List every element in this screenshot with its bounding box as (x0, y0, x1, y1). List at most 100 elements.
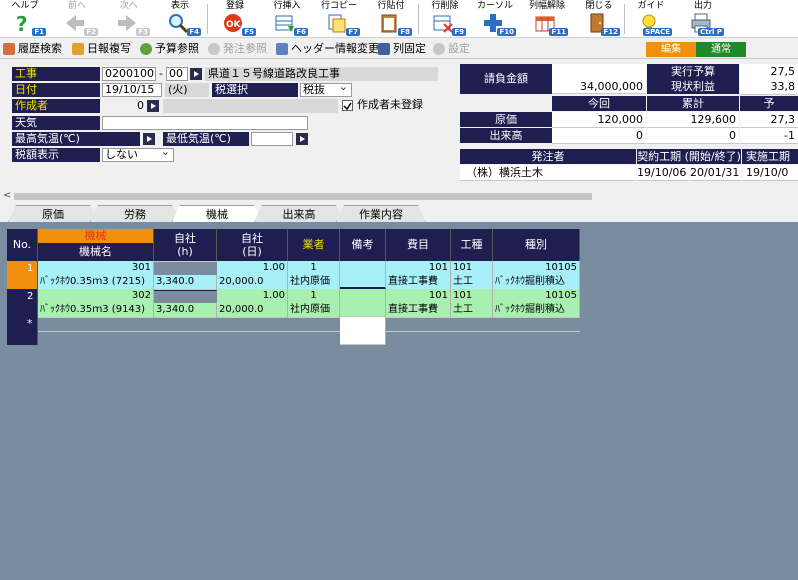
grid-header-note[interactable]: 備考 (340, 229, 386, 261)
new-row-cell[interactable] (38, 317, 154, 318)
next-button[interactable]: 次へ F3 (104, 0, 154, 38)
guide-button[interactable]: ガイド SPACE (626, 0, 676, 38)
row2-koshu-code[interactable]: 101 (451, 289, 493, 304)
horizontal-scrollbar[interactable]: < (0, 190, 798, 202)
row-insert-button[interactable]: 行挿入 F6 (262, 0, 312, 38)
tab-genka[interactable]: 原価 (8, 205, 98, 222)
tab-roumu[interactable]: 労務 (90, 205, 180, 222)
grid-header-himoku[interactable]: 費目 (386, 229, 451, 261)
new-row-cell[interactable] (288, 317, 340, 318)
col-width-reset-button[interactable]: 列幅解除 F11 (522, 0, 572, 38)
grid-header-jisha-d[interactable]: 自社 (日) (217, 229, 288, 261)
row2-note[interactable] (340, 289, 386, 317)
new-row-cell[interactable] (217, 331, 288, 332)
grid-header-vendor[interactable]: 業者 (288, 229, 340, 261)
row-copy-button[interactable]: 行コピー F7 (314, 0, 364, 38)
row2-himoku-name[interactable]: 直接工事費 (386, 303, 451, 318)
output-button[interactable]: 出力 Ctrl P (678, 0, 728, 38)
grid-header-koshu[interactable]: 工種 (451, 229, 493, 261)
row-copy-label: 行コピー (320, 1, 357, 11)
grid-header-jisha-h[interactable]: 自社 (h) (154, 229, 217, 261)
row1-h-blank[interactable] (154, 261, 217, 262)
tax-display-dropdown[interactable]: しない (102, 146, 174, 162)
cursor-button[interactable]: カーソル F10 (470, 0, 520, 38)
daily-copy-button[interactable]: 日報複写 (72, 41, 131, 57)
koji-code-input[interactable]: 02001001 (102, 67, 156, 81)
new-row-cell[interactable] (386, 331, 451, 332)
order-ref-label: 発注参照 (223, 42, 267, 55)
author-name (163, 99, 338, 113)
row2-code[interactable]: 302 (38, 289, 154, 304)
row1-shubetsu-code[interactable]: 10105 (493, 261, 580, 276)
row1-vendor-code[interactable]: 1 (288, 261, 340, 276)
new-row-cell[interactable] (288, 331, 340, 332)
grid-header-kikai-name[interactable]: 機械名 (38, 243, 154, 261)
row2-koshu-name[interactable]: 土工 (451, 303, 493, 318)
max-temp-lookup-button[interactable] (143, 133, 155, 145)
new-row-cell[interactable] (38, 331, 154, 332)
new-row-cell[interactable] (154, 331, 217, 332)
min-temp-lookup-button[interactable] (296, 133, 308, 145)
koji-lookup-button[interactable] (190, 68, 202, 80)
exec-budget-label: 実行予算 (647, 64, 739, 79)
row1-d-qty[interactable]: 1.00 (217, 261, 288, 276)
row-delete-button[interactable]: 行削除 F9 (420, 0, 470, 38)
row-number[interactable]: 1 (7, 261, 38, 289)
row2-vendor-name[interactable]: 社内原価 (288, 303, 340, 318)
row1-code[interactable]: 301 (38, 261, 154, 276)
new-row-cell[interactable] (451, 331, 493, 332)
min-temp-input[interactable] (251, 132, 293, 146)
koji-branch-input[interactable]: 00 (166, 67, 188, 81)
row2-vendor-code[interactable]: 1 (288, 289, 340, 304)
grid-header-shubetsu[interactable]: 種別 (493, 229, 580, 261)
new-row-marker[interactable]: * (7, 317, 38, 345)
scroll-left-icon[interactable]: < (3, 190, 11, 201)
new-row-cell[interactable] (154, 317, 217, 318)
row2-d-qty[interactable]: 1.00 (217, 289, 288, 304)
tab-dekidaka[interactable]: 出来高 (254, 205, 344, 222)
scrollbar-thumb[interactable] (14, 193, 592, 200)
prev-button[interactable]: 前へ F2 (52, 0, 102, 38)
row2-d-amt[interactable]: 20,000.0 (217, 303, 288, 318)
col-fix-button[interactable]: 列固定 (378, 41, 426, 57)
history-search-button[interactable]: 履歴検索 (3, 41, 62, 57)
settings-button[interactable]: 設定 (433, 41, 470, 57)
register-button[interactable]: 登録 OK F5 (210, 0, 260, 38)
row1-note[interactable] (340, 261, 386, 289)
gear-icon (433, 43, 445, 55)
row1-himoku-code[interactable]: 101 (386, 261, 451, 276)
header-change-button[interactable]: ヘッダー情報変更 (276, 41, 379, 57)
row2-h[interactable]: 3,340.0 (154, 303, 217, 318)
tab-sagyou[interactable]: 作業内容 (336, 205, 426, 222)
new-row-cell[interactable] (493, 331, 580, 332)
row1-koshu-code[interactable]: 101 (451, 261, 493, 276)
order-ref-button[interactable]: 発注参照 (208, 41, 267, 57)
row2-h-blank[interactable] (154, 289, 217, 290)
period-end: 20/01/31 (690, 165, 741, 181)
tab-kikai[interactable]: 機械 (172, 205, 262, 222)
row2-name[interactable]: ﾊﾞｯｸﾎｳ0.35ｍ3 (9143) (38, 303, 154, 318)
mode-edit-toggle[interactable]: 編集 (646, 42, 696, 57)
grid-header-kikai[interactable]: 機械 (38, 229, 154, 243)
row2-himoku-code[interactable]: 101 (386, 289, 451, 304)
close-button[interactable]: 閉じる F12 (574, 0, 624, 38)
row2-shubetsu-name[interactable]: ﾊﾞｯｸﾎｳ掘削積込 (493, 303, 580, 318)
weather-input[interactable] (102, 116, 308, 130)
row2-shubetsu-code[interactable]: 10105 (493, 289, 580, 304)
author-unreg-checkbox[interactable] (342, 100, 353, 111)
new-row-cell[interactable] (493, 317, 580, 318)
new-row-cell[interactable] (217, 317, 288, 318)
row-number[interactable]: 2 (7, 289, 38, 317)
tax-select-dropdown[interactable]: 税抜 (300, 81, 352, 97)
new-row-cell[interactable] (340, 317, 386, 345)
row-paste-button[interactable]: 行貼付 F8 (366, 0, 416, 38)
new-row-cell[interactable] (386, 317, 451, 318)
budget-ref-button[interactable]: 予算参照 (140, 41, 199, 57)
progress-cumulative: 0 (647, 128, 739, 144)
author-lookup-button[interactable] (147, 100, 159, 112)
mode-normal-toggle[interactable]: 通常 (696, 42, 746, 57)
new-row-cell[interactable] (451, 317, 493, 318)
date-input[interactable]: 19/10/15 (102, 83, 162, 97)
display-button[interactable]: 表示 F4 (155, 0, 205, 38)
help-button[interactable]: ヘルプ ? F1 (0, 0, 50, 38)
